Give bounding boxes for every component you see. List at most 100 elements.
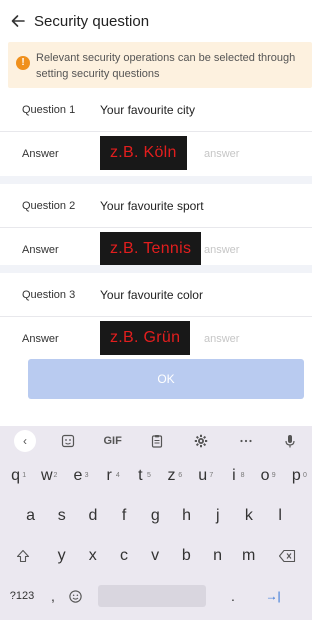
question-label: Question 2 [22,199,76,212]
key-hint: 6 [178,472,183,479]
key-label: z [167,467,176,484]
key-j[interactable]: j [202,507,233,525]
question-label: Question 1 [22,103,76,116]
warning-circle-icon: ! [16,56,30,70]
question-row: Question 1 Your favourite city [0,88,312,132]
answer-row: Answer z.B. Köln [0,132,312,176]
section-divider [0,265,312,273]
question-group-1: Question 1 Your favourite city Answer z.… [0,88,312,176]
key-o[interactable]: 9o [250,467,281,485]
keyboard-row-3: yxcvbnm [0,536,312,576]
key-label: w [41,467,53,484]
app-header: Security question [0,0,312,42]
sticker-icon[interactable] [56,430,80,452]
key-hint: 2 [53,472,58,479]
question-row: Question 3 Your favourite color [0,273,312,317]
answer-label: Answer [22,333,59,345]
key-z[interactable]: 6z [156,467,187,485]
key-label: t [138,467,143,484]
key-l[interactable]: l [265,507,296,525]
key-e[interactable]: 3e [62,467,93,485]
key-label: r [106,467,112,484]
key-t[interactable]: 5t [125,467,156,485]
notice-text: Relevant security operations can be sele… [36,52,296,80]
question-row: Question 2 Your favourite sport [0,184,312,228]
key-w[interactable]: 2w [31,467,62,485]
back-button[interactable] [2,0,34,42]
comma-key[interactable]: , [44,588,62,604]
backspace-key[interactable] [264,549,310,563]
example-overlay: z.B. Köln [100,136,187,170]
question-label: Question 3 [22,288,76,301]
space-key[interactable] [98,585,206,607]
key-hint: 0 [302,472,307,479]
question-text[interactable]: Your favourite sport [100,199,204,213]
key-hint: 8 [240,472,245,479]
question-group-2: Question 2 Your favourite sport Answer z… [0,184,312,272]
example-overlay: z.B. Tennis [100,232,202,266]
ok-button[interactable]: OK [28,359,304,399]
example-overlay: z.B. Grün [100,321,191,355]
key-d[interactable]: d [77,507,108,525]
key-label: q [11,467,21,484]
key-label: i [232,467,236,484]
symbols-key[interactable]: ?123 [0,590,44,602]
key-p[interactable]: 0p [281,467,312,485]
gear-icon[interactable] [189,430,213,452]
key-hint: 1 [22,472,27,479]
key-b[interactable]: b [171,547,202,565]
key-hint: 7 [209,472,214,479]
answer-row: Answer z.B. Grün [0,317,312,361]
key-hint: 4 [115,472,120,479]
key-h[interactable]: h [171,507,202,525]
key-n[interactable]: n [202,547,233,565]
key-u[interactable]: 7u [187,467,218,485]
page-title: Security question [34,12,150,30]
key-label: e [73,467,83,484]
info-notice: ! Relevant security operations can be se… [8,42,312,88]
key-c[interactable]: c [108,547,139,565]
letter-keys: yxcvbnm [46,547,264,565]
answer-label: Answer [22,148,59,160]
key-s[interactable]: s [46,507,77,525]
key-q[interactable]: 1q [0,467,31,485]
key-label: o [260,467,270,484]
keyboard-row-1: 1q2w3e4r5t6z7u8i9o0p [0,456,312,496]
key-hint: 5 [147,472,151,479]
key-v[interactable]: v [140,547,171,565]
clipboard-icon[interactable] [145,430,169,452]
key-label: u [198,467,208,484]
question-text[interactable]: Your favourite city [100,103,195,117]
shift-key[interactable] [0,549,46,563]
keyboard-row-2: asdfghjkl [0,496,312,536]
key-x[interactable]: x [77,547,108,565]
key-y[interactable]: y [46,547,77,565]
section-divider [0,176,312,184]
chevron-left-icon[interactable]: ‹ [14,430,36,452]
answer-field-wrapper: z.B. Tennis [100,232,290,266]
key-r[interactable]: 4r [94,467,125,485]
question-text[interactable]: Your favourite color [100,288,203,302]
key-i[interactable]: 8i [218,467,249,485]
question-group-3: Question 3 Your favourite color Answer z… [0,273,312,361]
more-dots-icon[interactable] [234,430,258,452]
microphone-icon[interactable] [278,430,302,452]
gif-icon[interactable]: GIF [101,430,125,452]
answer-label: Answer [22,244,59,256]
arrow-left-icon [11,15,25,27]
enter-key[interactable]: →| [250,589,296,603]
emoji-icon[interactable] [62,589,88,604]
key-k[interactable]: k [233,507,264,525]
key-g[interactable]: g [140,507,171,525]
key-a[interactable]: a [15,507,46,525]
period-key[interactable]: . [216,588,250,604]
answer-field-wrapper: z.B. Köln [100,136,290,170]
key-m[interactable]: m [233,547,264,565]
soft-keyboard: ‹ GIF 1q2w3e4r5t6z7u8i9o0p asdfghjkl yxc… [0,426,312,620]
keyboard-toolbar: ‹ GIF [0,426,312,456]
key-f[interactable]: f [109,507,140,525]
keyboard-row-4: ?123 , . →| [0,576,312,616]
key-hint: 3 [84,472,89,479]
key-label: p [291,467,301,484]
key-hint: 9 [271,472,276,479]
